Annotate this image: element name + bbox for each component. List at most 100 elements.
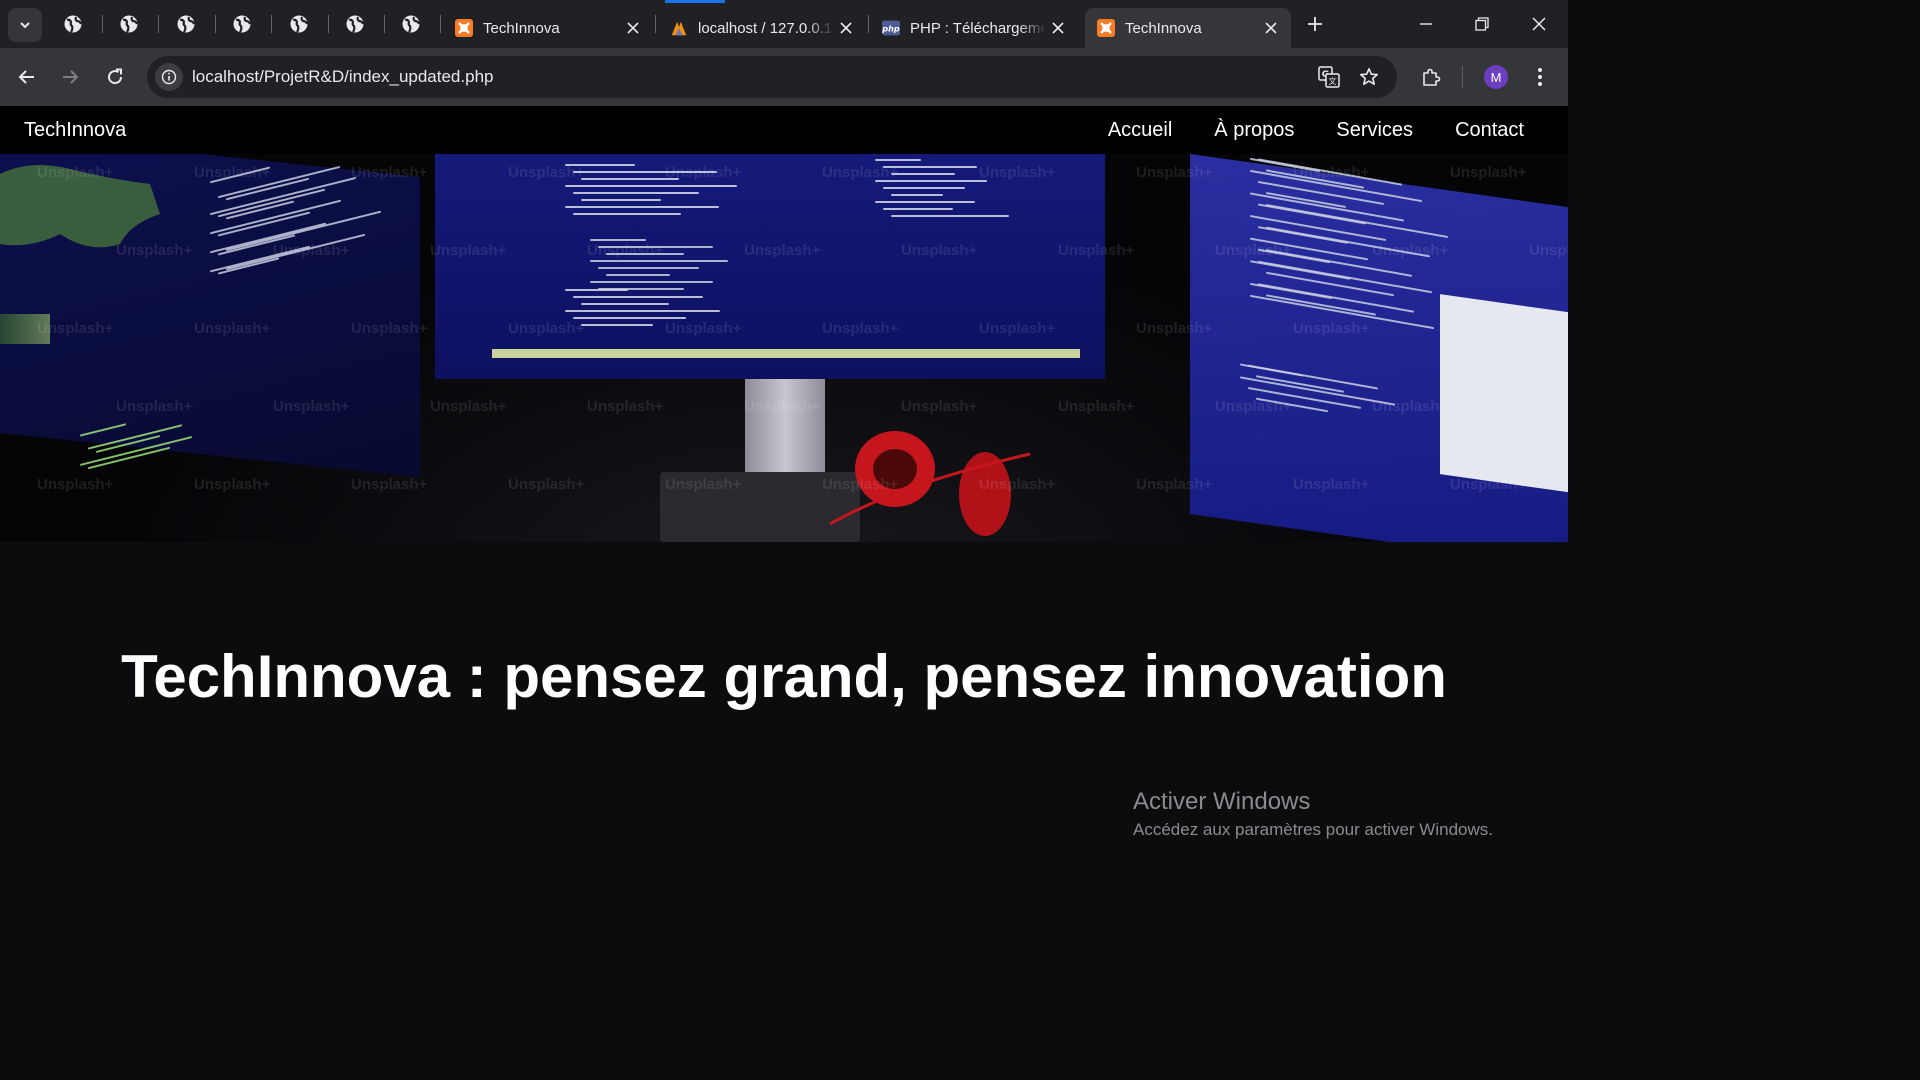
close-icon bbox=[1532, 17, 1546, 31]
watermark-text: Unsplash+ bbox=[116, 242, 193, 259]
forward-button[interactable] bbox=[54, 61, 86, 93]
minimize-button[interactable] bbox=[1403, 8, 1449, 40]
tab-title: localhost / 127.0.0.1 bbox=[698, 19, 833, 37]
watermark-text: Unsplash+ bbox=[1372, 242, 1449, 259]
svg-text:文: 文 bbox=[1329, 76, 1337, 86]
code-line-graphic bbox=[565, 289, 628, 291]
url-text[interactable]: localhost/ProjetR&D/index_updated.php bbox=[192, 67, 493, 87]
xampp-icon bbox=[1097, 19, 1115, 37]
watermark-text: Unsplash+ bbox=[1058, 398, 1135, 415]
watermark-text: Unsplash+ bbox=[1215, 242, 1292, 259]
tab-strip: TechInnova localhost / 127.0.0.1 php PHP… bbox=[0, 0, 1568, 48]
windows-activation-title: Activer Windows bbox=[1133, 788, 1311, 815]
restore-icon bbox=[1475, 17, 1489, 31]
close-tab-icon[interactable] bbox=[621, 16, 645, 40]
close-tab-icon[interactable] bbox=[1046, 16, 1070, 40]
code-line-graphic bbox=[573, 192, 699, 194]
close-window-button[interactable] bbox=[1516, 8, 1562, 40]
site-brand[interactable]: TechInnova bbox=[24, 119, 126, 142]
minimize-icon bbox=[1420, 23, 1432, 25]
watermark-text: Unsplash+ bbox=[744, 242, 821, 259]
code-line-graphic bbox=[565, 206, 719, 208]
code-line-graphic bbox=[606, 274, 670, 276]
watermark-text: Unsplash+ bbox=[901, 242, 978, 259]
pinned-tab[interactable] bbox=[117, 12, 141, 36]
code-line-graphic bbox=[590, 260, 728, 262]
back-button[interactable] bbox=[11, 61, 43, 93]
globe-icon bbox=[346, 15, 365, 33]
watermark-text: Unsplash+ bbox=[665, 320, 742, 337]
tab-separator bbox=[158, 15, 160, 33]
pinned-tab[interactable] bbox=[399, 12, 423, 36]
plus-icon bbox=[1308, 17, 1322, 31]
globe-icon bbox=[402, 15, 421, 33]
close-tab-icon[interactable] bbox=[834, 16, 858, 40]
tab-title: PHP : Téléchargements bbox=[910, 19, 1046, 37]
monitor-stand bbox=[745, 379, 825, 479]
tab-search-button[interactable] bbox=[8, 8, 42, 42]
tab-separator bbox=[655, 15, 656, 33]
watermark-text: Unsplash+ bbox=[979, 476, 1056, 493]
bookmark-star-icon[interactable] bbox=[1357, 65, 1381, 89]
tab-separator bbox=[327, 15, 329, 33]
main-section: TechInnova : pensez grand, pensez innova… bbox=[0, 542, 1568, 882]
watermark-text: Unsplash+ bbox=[194, 320, 271, 337]
pinned-tab[interactable] bbox=[343, 12, 367, 36]
watermark-text: Unsplash+ bbox=[1293, 476, 1370, 493]
watermark-text: Unsplash+ bbox=[822, 320, 899, 337]
code-line-graphic bbox=[590, 281, 714, 283]
pinned-tab[interactable] bbox=[61, 12, 85, 36]
browser-menu-button[interactable] bbox=[1524, 61, 1556, 93]
globe-icon bbox=[64, 15, 83, 33]
code-line-graphic bbox=[590, 239, 646, 241]
nav-link-accueil[interactable]: Accueil bbox=[1108, 119, 1172, 142]
watermark-text: Unsplash+ bbox=[351, 164, 428, 181]
close-tab-icon[interactable] bbox=[1259, 16, 1283, 40]
extensions-button[interactable] bbox=[1415, 61, 1447, 93]
watermark-text: Unsplash+ bbox=[508, 476, 585, 493]
watermark-text: Unsplash+ bbox=[194, 164, 271, 181]
pinned-tab[interactable] bbox=[174, 12, 198, 36]
code-line-graphic bbox=[598, 267, 699, 269]
tab-techinnova-1[interactable]: TechInnova bbox=[443, 8, 653, 48]
profile-avatar[interactable]: M bbox=[1484, 65, 1508, 89]
watermark-text: Unsplash+ bbox=[1450, 476, 1527, 493]
watermark-text: Unsplash+ bbox=[822, 476, 899, 493]
browser-toolbar: localhost/ProjetR&D/index_updated.php G文 bbox=[0, 48, 1568, 106]
code-line-graphic bbox=[581, 324, 653, 326]
nav-link-contact[interactable]: Contact bbox=[1455, 119, 1524, 142]
watermark-text: Unsplash+ bbox=[587, 242, 664, 259]
tab-techinnova-active[interactable]: TechInnova bbox=[1085, 8, 1291, 48]
watermark-text: Unsplash+ bbox=[351, 320, 428, 337]
nav-link-services[interactable]: Services bbox=[1336, 119, 1413, 142]
code-line-graphic bbox=[573, 317, 687, 319]
watermark-text: Unsplash+ bbox=[1529, 398, 1568, 415]
pinned-tab[interactable] bbox=[287, 12, 311, 36]
watermark-text: Unsplash+ bbox=[587, 398, 664, 415]
new-tab-button[interactable] bbox=[1303, 12, 1327, 36]
site-nav-links: Accueil À propos Services Contact bbox=[1108, 119, 1524, 142]
code-line-graphic bbox=[875, 159, 921, 161]
arrow-right-icon bbox=[63, 70, 79, 84]
watermark-text: Unsplash+ bbox=[1136, 476, 1213, 493]
nav-link-a-propos[interactable]: À propos bbox=[1214, 119, 1294, 142]
code-line-graphic bbox=[891, 215, 1010, 217]
reload-icon bbox=[108, 68, 123, 85]
address-bar[interactable]: localhost/ProjetR&D/index_updated.php G文 bbox=[147, 56, 1397, 98]
code-line-graphic bbox=[883, 208, 954, 210]
watermark-text: Unsplash+ bbox=[37, 320, 114, 337]
center-monitor-scrollbar bbox=[492, 349, 1080, 358]
translate-icon[interactable]: G文 bbox=[1317, 65, 1341, 89]
tab-phpmyadmin[interactable]: localhost / 127.0.0.1 bbox=[658, 8, 866, 48]
watermark-text: Unsplash+ bbox=[822, 164, 899, 181]
site-info-icon[interactable] bbox=[155, 63, 183, 91]
watermark-text: Unsplash+ bbox=[508, 320, 585, 337]
code-line-graphic bbox=[891, 194, 943, 196]
reload-button[interactable] bbox=[99, 61, 131, 93]
watermark-text: Unsplash+ bbox=[194, 476, 271, 493]
tab-php-downloads[interactable]: php PHP : Téléchargements bbox=[870, 8, 1078, 48]
pinned-tab[interactable] bbox=[230, 12, 254, 36]
xampp-icon bbox=[455, 19, 473, 37]
restore-button[interactable] bbox=[1459, 8, 1505, 40]
watermark-text: Unsplash+ bbox=[116, 398, 193, 415]
